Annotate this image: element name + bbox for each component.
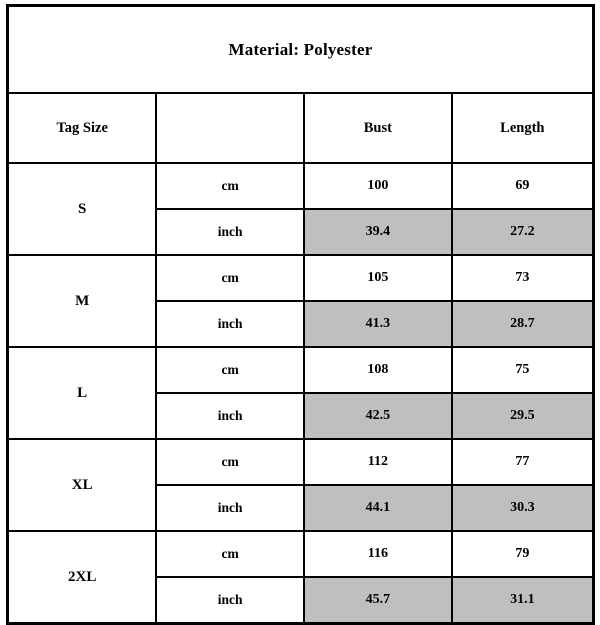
bust-value: 112 <box>303 438 453 486</box>
table-row: Lcm 108 75 <box>6 346 595 440</box>
unit-label-cm: cm <box>155 254 306 302</box>
length-value: 27.2 <box>450 208 595 256</box>
length-value: 75 <box>450 346 595 394</box>
column-header-row: Tag Size Bust Length <box>6 92 595 164</box>
length-value: 79 <box>450 530 595 578</box>
size-label-xl: XL <box>6 438 158 532</box>
header-bust: Bust <box>303 92 453 164</box>
table-row: Mcm 105 73 <box>6 254 595 348</box>
bust-value: 100 <box>303 162 453 210</box>
bust-value: 39.4 <box>303 208 453 256</box>
bust-value: 41.3 <box>303 300 453 348</box>
title-row: Material: Polyester <box>6 4 595 94</box>
unit-label-inch: inch <box>155 300 306 348</box>
size-label-s: S <box>6 162 158 256</box>
unit-label-inch: inch <box>155 208 306 256</box>
header-unit <box>155 92 306 164</box>
unit-label-cm: cm <box>155 530 306 578</box>
bust-value: 42.5 <box>303 392 453 440</box>
size-label-m: M <box>6 254 158 348</box>
unit-label-cm: cm <box>155 346 306 394</box>
header-tag-size: Tag Size <box>6 92 158 164</box>
unit-label-inch: inch <box>155 392 306 440</box>
length-value: 69 <box>450 162 595 210</box>
length-value: 28.7 <box>450 300 595 348</box>
size-label-2xl: 2XL <box>6 530 158 625</box>
size-label-l: L <box>6 346 158 440</box>
length-value: 31.1 <box>450 576 595 625</box>
length-value: 77 <box>450 438 595 486</box>
unit-label-cm: cm <box>155 438 306 486</box>
length-value: 29.5 <box>450 392 595 440</box>
size-chart-container: Material: Polyester Tag Size Bust Length… <box>0 0 600 625</box>
size-chart-body: Material: Polyester Tag Size Bust Length… <box>6 4 595 625</box>
unit-label-inch: inch <box>155 576 306 625</box>
header-length: Length <box>450 92 595 164</box>
unit-label-cm: cm <box>155 162 306 210</box>
size-chart-table: Material: Polyester Tag Size Bust Length… <box>6 4 595 625</box>
table-row: Scm 100 69 <box>6 162 595 256</box>
table-row: 2XL cm 116 79 <box>6 530 595 625</box>
bust-value: 108 <box>303 346 453 394</box>
unit-label-inch: inch <box>155 484 306 532</box>
length-value: 30.3 <box>450 484 595 532</box>
bust-value: 45.7 <box>303 576 453 625</box>
length-value: 73 <box>450 254 595 302</box>
material-title: Material: Polyester <box>6 4 595 94</box>
bust-value: 44.1 <box>303 484 453 532</box>
bust-value: 105 <box>303 254 453 302</box>
bust-value: 116 <box>303 530 453 578</box>
table-row: XL cm 112 77 <box>6 438 595 532</box>
